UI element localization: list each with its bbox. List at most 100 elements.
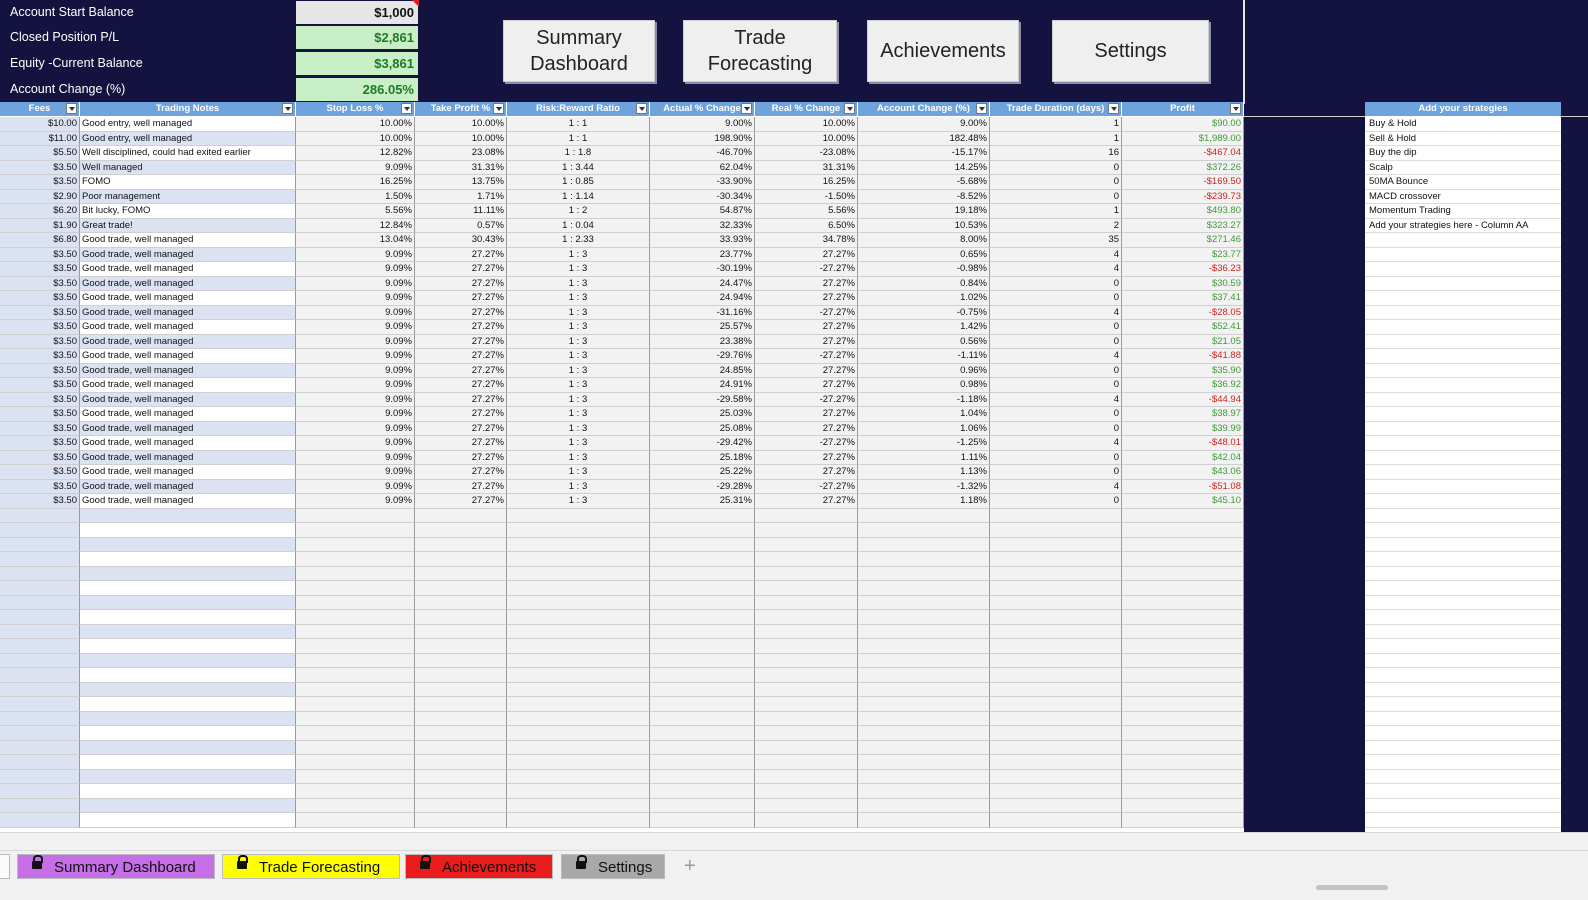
- cell-take-profit[interactable]: 0.57%: [415, 218, 507, 233]
- strategy-item[interactable]: 50MA Bounce: [1365, 175, 1561, 190]
- cell-fees[interactable]: $3.50: [0, 392, 80, 407]
- empty-cell[interactable]: [1365, 349, 1561, 364]
- empty-cell[interactable]: [755, 769, 858, 784]
- empty-cell[interactable]: [1365, 306, 1561, 320]
- empty-cell[interactable]: [858, 726, 990, 741]
- cell-trading-notes[interactable]: Good entry, well managed: [80, 117, 296, 132]
- cell-stop-loss[interactable]: 9.09%: [296, 465, 415, 480]
- cell-actual-change[interactable]: -31.16%: [650, 305, 755, 320]
- empty-cell[interactable]: [650, 726, 755, 741]
- cell-trade-duration[interactable]: 0: [990, 378, 1122, 393]
- cell-account-change[interactable]: 9.00%: [858, 117, 990, 132]
- empty-cell[interactable]: [1122, 508, 1244, 523]
- cell-trading-notes[interactable]: Good trade, well managed: [80, 305, 296, 320]
- empty-cell[interactable]: [755, 537, 858, 552]
- cell-trade-duration[interactable]: 4: [990, 479, 1122, 494]
- cell-risk-reward[interactable]: 1 : 1.14: [507, 189, 650, 204]
- cell-take-profit[interactable]: 27.27%: [415, 465, 507, 480]
- empty-cell[interactable]: [296, 595, 415, 610]
- empty-cell[interactable]: [858, 566, 990, 581]
- cell-account-change[interactable]: 10.53%: [858, 218, 990, 233]
- filter-dropdown-icon[interactable]: [1230, 103, 1241, 114]
- cell-risk-reward[interactable]: 1 : 0.85: [507, 175, 650, 190]
- empty-cell[interactable]: [507, 566, 650, 581]
- empty-cell[interactable]: [755, 610, 858, 625]
- strategy-item[interactable]: Add your strategies here - Column AA: [1365, 219, 1561, 233]
- empty-cell[interactable]: [80, 523, 296, 538]
- empty-cell[interactable]: [80, 711, 296, 726]
- empty-cell[interactable]: [415, 697, 507, 712]
- cell-account-change[interactable]: -1.32%: [858, 479, 990, 494]
- filter-dropdown-icon[interactable]: [636, 103, 647, 114]
- cell-profit[interactable]: $323.27: [1122, 218, 1244, 233]
- empty-cell[interactable]: [858, 682, 990, 697]
- cell-risk-reward[interactable]: 1 : 3: [507, 465, 650, 480]
- filter-dropdown-icon[interactable]: [976, 103, 987, 114]
- summary-value[interactable]: $1,000: [296, 1, 418, 25]
- empty-cell[interactable]: [415, 508, 507, 523]
- tab-scroll-left[interactable]: [0, 854, 10, 879]
- empty-cell[interactable]: [858, 595, 990, 610]
- empty-cell[interactable]: [1122, 682, 1244, 697]
- cell-stop-loss[interactable]: 10.00%: [296, 117, 415, 132]
- cell-actual-change[interactable]: 33.93%: [650, 233, 755, 248]
- empty-cell[interactable]: [650, 740, 755, 755]
- empty-cell[interactable]: [755, 624, 858, 639]
- empty-cell[interactable]: [858, 537, 990, 552]
- trade-forecasting-button[interactable]: Trade Forecasting: [683, 20, 837, 82]
- empty-cell[interactable]: [650, 682, 755, 697]
- empty-cell[interactable]: [1365, 509, 1561, 523]
- cell-stop-loss[interactable]: 12.84%: [296, 218, 415, 233]
- empty-cell[interactable]: [755, 552, 858, 567]
- cell-actual-change[interactable]: 25.22%: [650, 465, 755, 480]
- empty-cell[interactable]: [990, 537, 1122, 552]
- empty-cell[interactable]: [990, 682, 1122, 697]
- empty-cell[interactable]: [415, 581, 507, 596]
- empty-cell[interactable]: [296, 508, 415, 523]
- cell-stop-loss[interactable]: 12.82%: [296, 146, 415, 161]
- cell-trading-notes[interactable]: Good entry, well managed: [80, 131, 296, 146]
- cell-stop-loss[interactable]: 1.50%: [296, 189, 415, 204]
- empty-cell[interactable]: [0, 523, 80, 538]
- empty-cell[interactable]: [296, 552, 415, 567]
- cell-risk-reward[interactable]: 1 : 3: [507, 407, 650, 422]
- cell-actual-change[interactable]: -30.19%: [650, 262, 755, 277]
- cell-risk-reward[interactable]: 1 : 3: [507, 320, 650, 335]
- cell-real-change[interactable]: 27.27%: [755, 334, 858, 349]
- cell-actual-change[interactable]: 25.03%: [650, 407, 755, 422]
- cell-risk-reward[interactable]: 1 : 3: [507, 392, 650, 407]
- cell-account-change[interactable]: 8.00%: [858, 233, 990, 248]
- cell-stop-loss[interactable]: 10.00%: [296, 131, 415, 146]
- empty-cell[interactable]: [0, 755, 80, 770]
- cell-take-profit[interactable]: 27.27%: [415, 334, 507, 349]
- cell-take-profit[interactable]: 1.71%: [415, 189, 507, 204]
- empty-cell[interactable]: [0, 552, 80, 567]
- cell-account-change[interactable]: 1.06%: [858, 421, 990, 436]
- empty-cell[interactable]: [650, 813, 755, 828]
- cell-trade-duration[interactable]: 4: [990, 247, 1122, 262]
- empty-cell[interactable]: [858, 755, 990, 770]
- cell-trading-notes[interactable]: Good trade, well managed: [80, 363, 296, 378]
- cell-trade-duration[interactable]: 0: [990, 421, 1122, 436]
- empty-cell[interactable]: [1122, 813, 1244, 828]
- cell-trade-duration[interactable]: 0: [990, 407, 1122, 422]
- cell-profit[interactable]: $21.05: [1122, 334, 1244, 349]
- empty-cell[interactable]: [80, 537, 296, 552]
- cell-real-change[interactable]: 27.27%: [755, 421, 858, 436]
- filter-dropdown-icon[interactable]: [493, 103, 504, 114]
- cell-account-change[interactable]: 0.65%: [858, 247, 990, 262]
- empty-cell[interactable]: [507, 508, 650, 523]
- empty-cell[interactable]: [415, 711, 507, 726]
- empty-cell[interactable]: [650, 624, 755, 639]
- cell-risk-reward[interactable]: 1 : 3: [507, 363, 650, 378]
- cell-trade-duration[interactable]: 0: [990, 320, 1122, 335]
- cell-account-change[interactable]: 19.18%: [858, 204, 990, 219]
- cell-trading-notes[interactable]: Poor management: [80, 189, 296, 204]
- empty-cell[interactable]: [650, 508, 755, 523]
- empty-cell[interactable]: [755, 682, 858, 697]
- cell-account-change[interactable]: -8.52%: [858, 189, 990, 204]
- cell-risk-reward[interactable]: 1 : 3: [507, 262, 650, 277]
- empty-cell[interactable]: [858, 813, 990, 828]
- cell-fees[interactable]: $3.50: [0, 349, 80, 364]
- cell-trade-duration[interactable]: 4: [990, 436, 1122, 451]
